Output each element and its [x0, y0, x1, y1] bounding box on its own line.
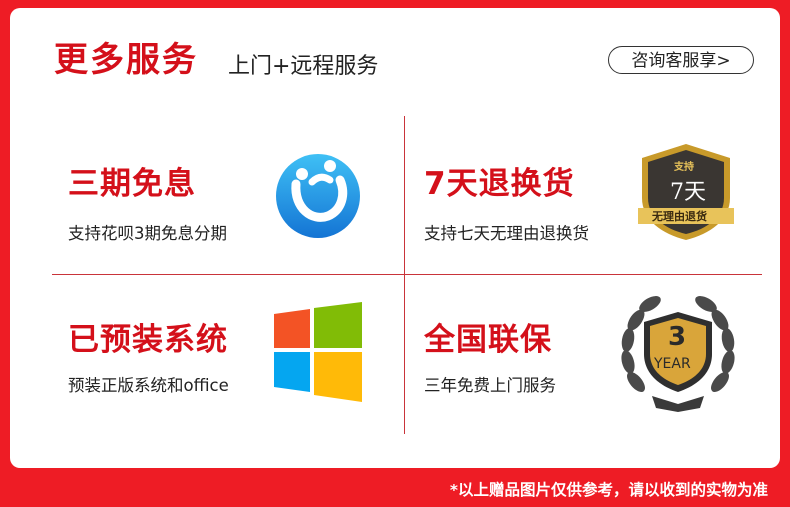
service-title-return: 7天退换货: [424, 166, 575, 202]
horizontal-divider: [52, 274, 762, 275]
service-desc-installment: 支持花呗3期免息分期: [68, 224, 227, 243]
service-desc-preinstalled: 预装正版系统和office: [68, 376, 229, 395]
return-badge-bottom-text: 无理由退货: [652, 210, 707, 223]
page-title: 更多服务: [54, 40, 198, 80]
warranty-badge-text: YEAR: [654, 356, 691, 372]
consult-service-button[interactable]: 咨询客服享>: [608, 46, 754, 74]
warranty-badge-icon: [621, 296, 735, 412]
service-desc-warranty: 三年免费上门服务: [424, 376, 556, 395]
service-desc-return: 支持七天无理由退换货: [424, 224, 589, 243]
service-card: 更多服务 上门+远程服务 咨询客服享> 三期免息 支持花呗3期免息分期 7天退换…: [10, 8, 780, 468]
warranty-badge-number: 3: [668, 322, 687, 352]
service-title-warranty: 全国联保: [424, 322, 552, 358]
return-badge-mid-text: 7天: [670, 180, 706, 205]
vertical-divider: [404, 116, 405, 434]
disclaimer-note: *以上赠品图片仅供参考，请以收到的实物为准: [449, 481, 768, 499]
huabei-logo-icon: [276, 154, 360, 238]
return-badge-top-text: 支持: [674, 162, 694, 173]
page-subtitle: 上门+远程服务: [228, 54, 379, 79]
windows-logo-icon: [274, 302, 362, 402]
service-title-preinstalled: 已预装系统: [68, 322, 228, 358]
service-title-installment: 三期免息: [68, 166, 196, 202]
